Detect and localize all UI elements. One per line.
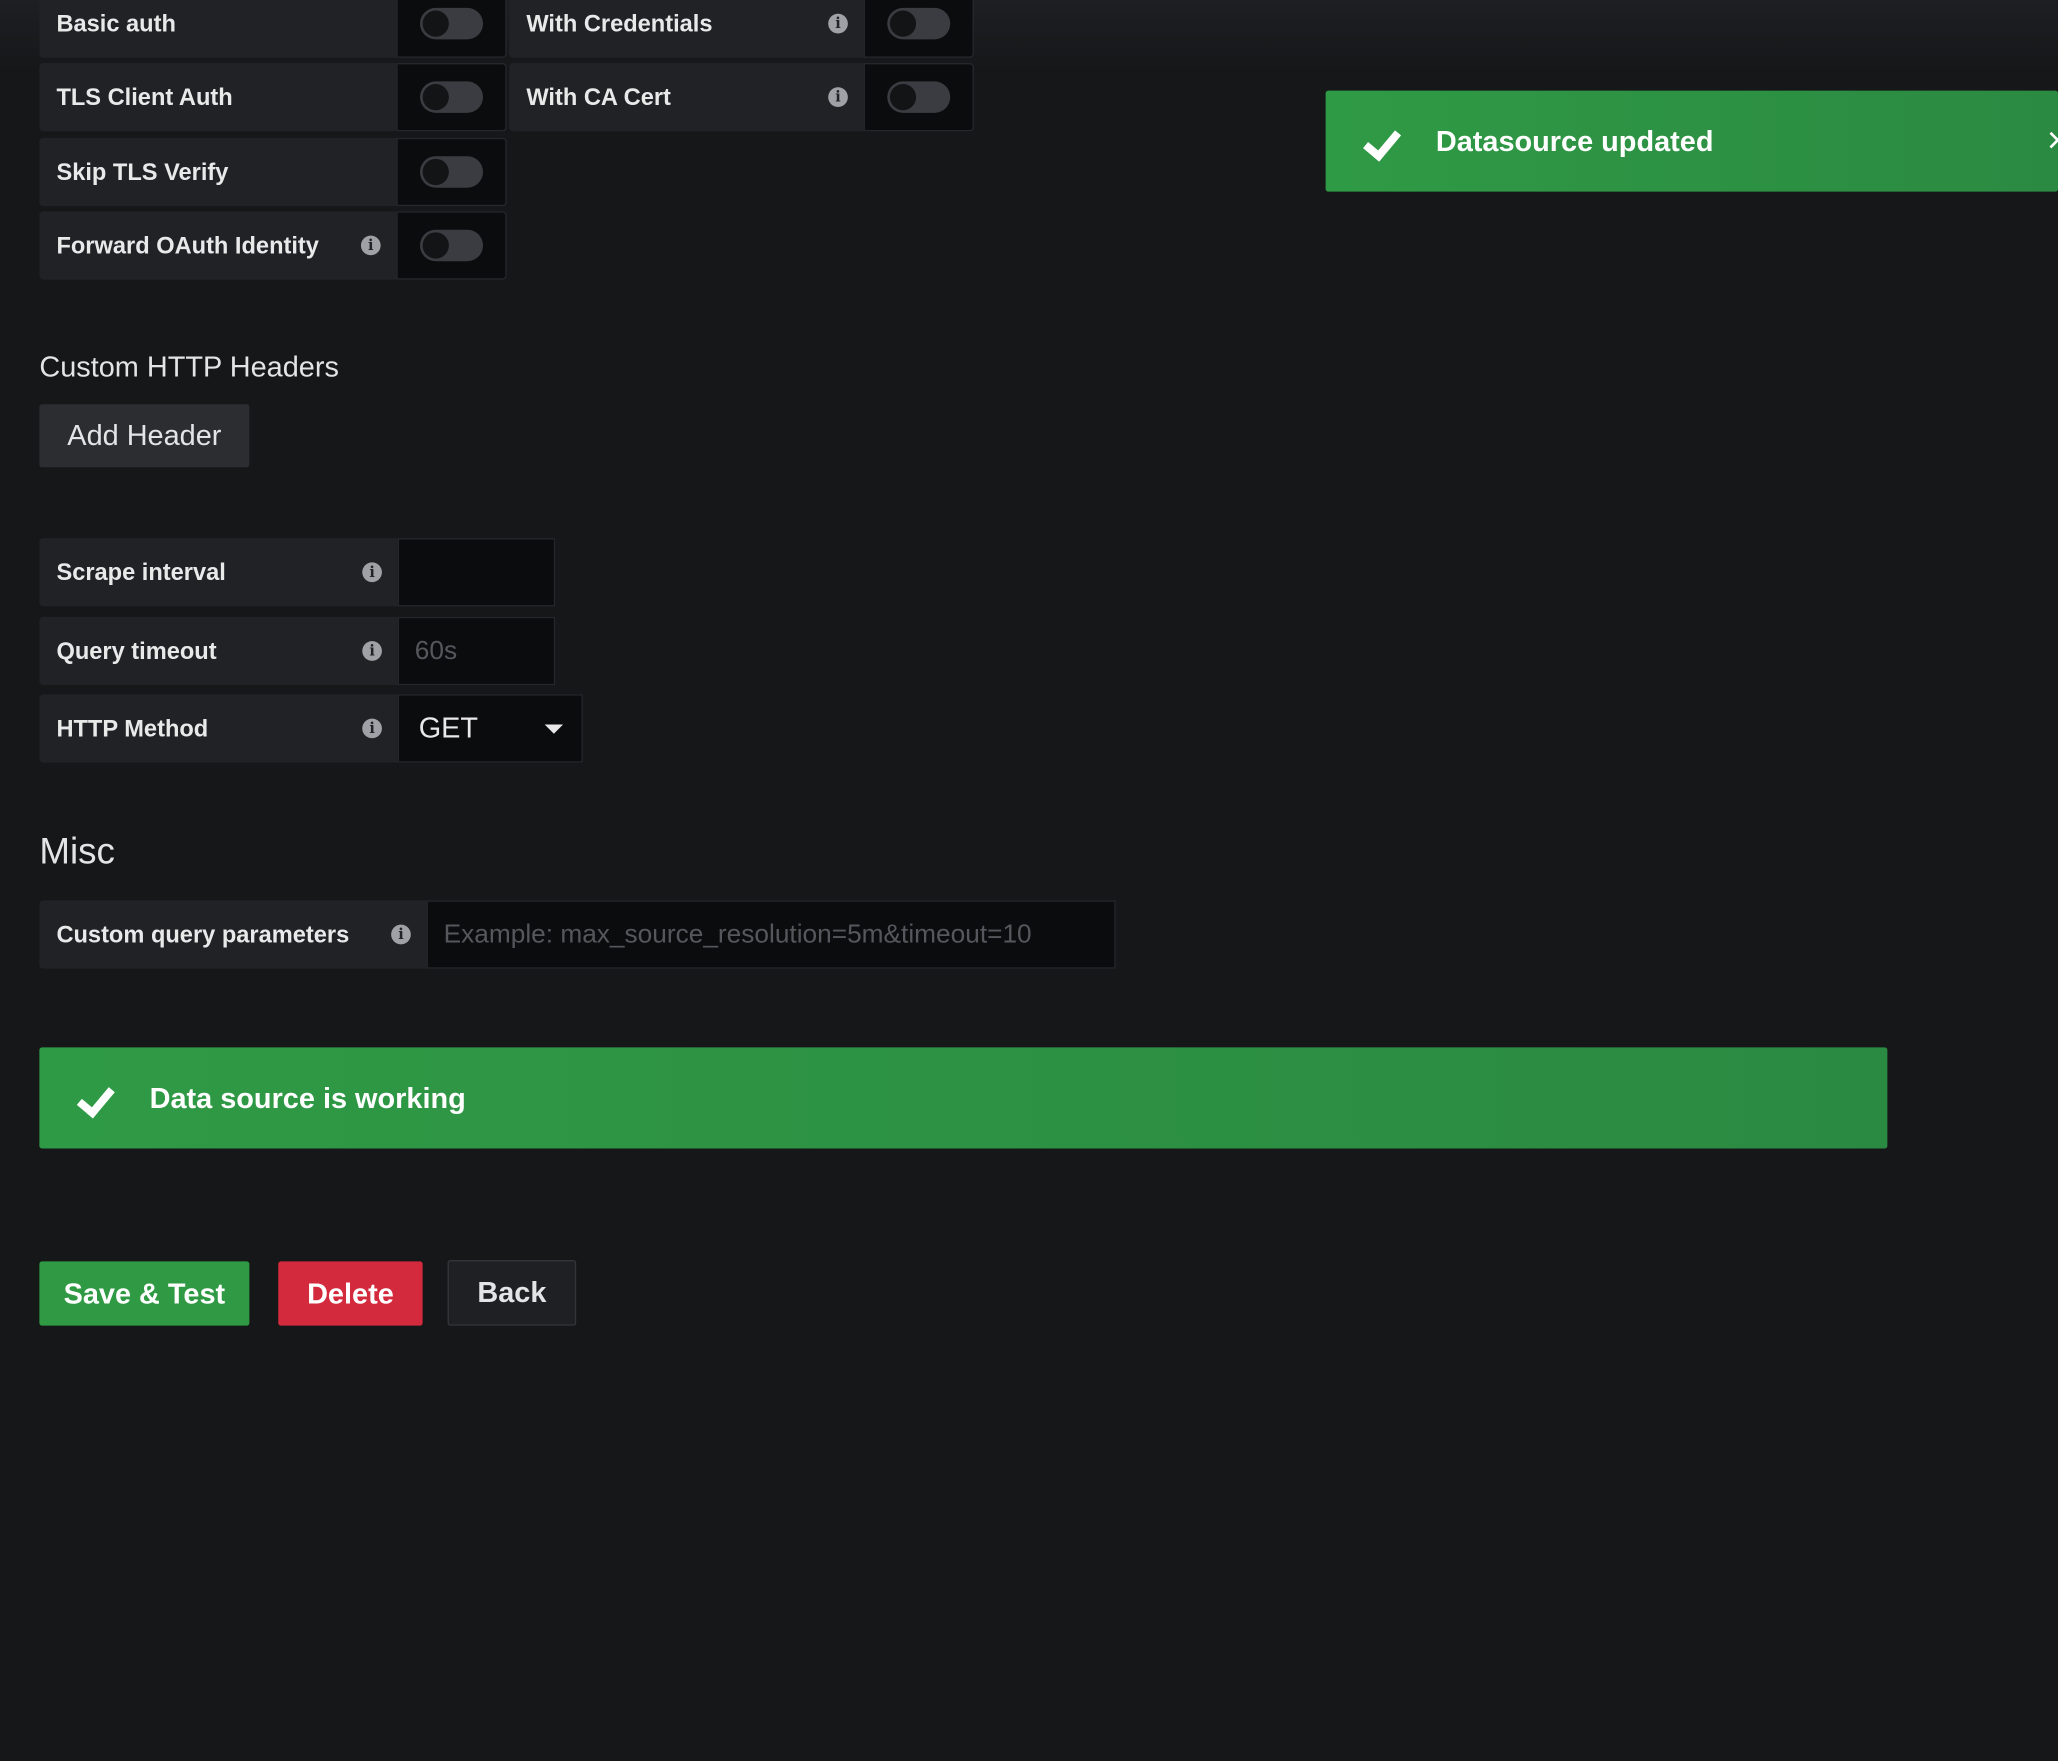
with-credentials-label: With Credentials i xyxy=(509,0,864,58)
skip-tls-verify-row: Skip TLS Verify xyxy=(39,137,507,207)
info-icon[interactable]: i xyxy=(362,718,382,739)
skip-tls-verify-label: Skip TLS Verify xyxy=(39,137,397,207)
with-ca-cert-row: With CA Cert i xyxy=(509,63,974,132)
with-credentials-toggle-track xyxy=(887,7,951,40)
back-button[interactable]: Back xyxy=(447,1260,577,1326)
with-ca-cert-toggle[interactable] xyxy=(863,63,974,132)
with-ca-cert-toggle-knob xyxy=(889,84,917,111)
scrape-interval-input[interactable] xyxy=(397,538,556,607)
info-icon[interactable]: i xyxy=(362,562,382,583)
skip-tls-verify-toggle-track xyxy=(420,156,483,188)
query-timeout-label: Query timeout i xyxy=(39,616,398,686)
query-timeout-row: Query timeout i xyxy=(39,616,556,686)
add-header-button[interactable]: Add Header xyxy=(39,404,250,468)
datasource-updated-toast: Datasource updated × xyxy=(1325,90,2058,192)
with-ca-cert-toggle-track xyxy=(887,81,951,113)
with-ca-cert-label: With CA Cert i xyxy=(509,63,864,132)
info-icon[interactable]: i xyxy=(362,641,382,661)
custom-query-params-row: Custom query parameters i xyxy=(39,900,1116,969)
forward-oauth-toggle-knob xyxy=(422,232,449,259)
info-icon[interactable]: i xyxy=(391,924,411,945)
custom-query-params-input[interactable] xyxy=(426,900,1116,969)
tls-client-auth-toggle-knob xyxy=(422,84,449,111)
forward-oauth-row: Forward OAuth Identity i xyxy=(39,211,507,280)
tls-client-auth-toggle-track xyxy=(420,81,483,113)
basic-auth-row: Basic auth xyxy=(39,0,507,58)
tls-client-auth-label: TLS Client Auth xyxy=(39,63,397,132)
basic-auth-toggle[interactable] xyxy=(396,0,507,58)
http-method-value: GET xyxy=(418,711,479,745)
check-icon xyxy=(1365,127,1404,156)
with-credentials-toggle-knob xyxy=(889,10,917,37)
basic-auth-toggle-track xyxy=(420,7,483,40)
tls-client-auth-toggle[interactable] xyxy=(396,63,507,132)
forward-oauth-toggle[interactable] xyxy=(396,211,507,280)
caret-down-icon xyxy=(544,723,564,734)
forward-oauth-label: Forward OAuth Identity i xyxy=(39,211,397,280)
close-icon[interactable]: × xyxy=(2047,119,2058,161)
skip-tls-verify-toggle-knob xyxy=(422,158,449,186)
http-method-label: HTTP Method i xyxy=(39,694,398,763)
delete-button[interactable]: Delete xyxy=(278,1261,423,1326)
info-icon[interactable]: i xyxy=(360,235,381,256)
datasource-settings-page: Basic auth With Credentials i TLS Client … xyxy=(0,0,2058,1761)
basic-auth-label: Basic auth xyxy=(39,0,397,58)
info-icon[interactable]: i xyxy=(828,87,848,107)
tls-client-auth-row: TLS Client Auth xyxy=(39,63,507,132)
info-icon[interactable]: i xyxy=(828,13,848,34)
query-timeout-input[interactable] xyxy=(397,616,556,686)
datasource-working-alert: Data source is working xyxy=(39,1047,1888,1149)
http-method-row: HTTP Method i GET xyxy=(39,694,583,763)
with-credentials-toggle[interactable] xyxy=(863,0,974,58)
with-credentials-row: With Credentials i xyxy=(509,0,974,58)
skip-tls-verify-toggle[interactable] xyxy=(396,137,507,207)
basic-auth-toggle-knob xyxy=(422,10,449,37)
misc-title: Misc xyxy=(39,830,115,872)
forward-oauth-toggle-track xyxy=(420,229,483,262)
custom-headers-title: Custom HTTP Headers xyxy=(39,350,339,384)
save-test-button[interactable]: Save & Test xyxy=(39,1261,250,1326)
http-method-select[interactable]: GET xyxy=(397,694,583,763)
scrape-interval-row: Scrape interval i xyxy=(39,538,556,607)
check-icon xyxy=(79,1083,118,1112)
custom-query-params-label: Custom query parameters i xyxy=(39,900,427,969)
scrape-interval-label: Scrape interval i xyxy=(39,538,398,607)
